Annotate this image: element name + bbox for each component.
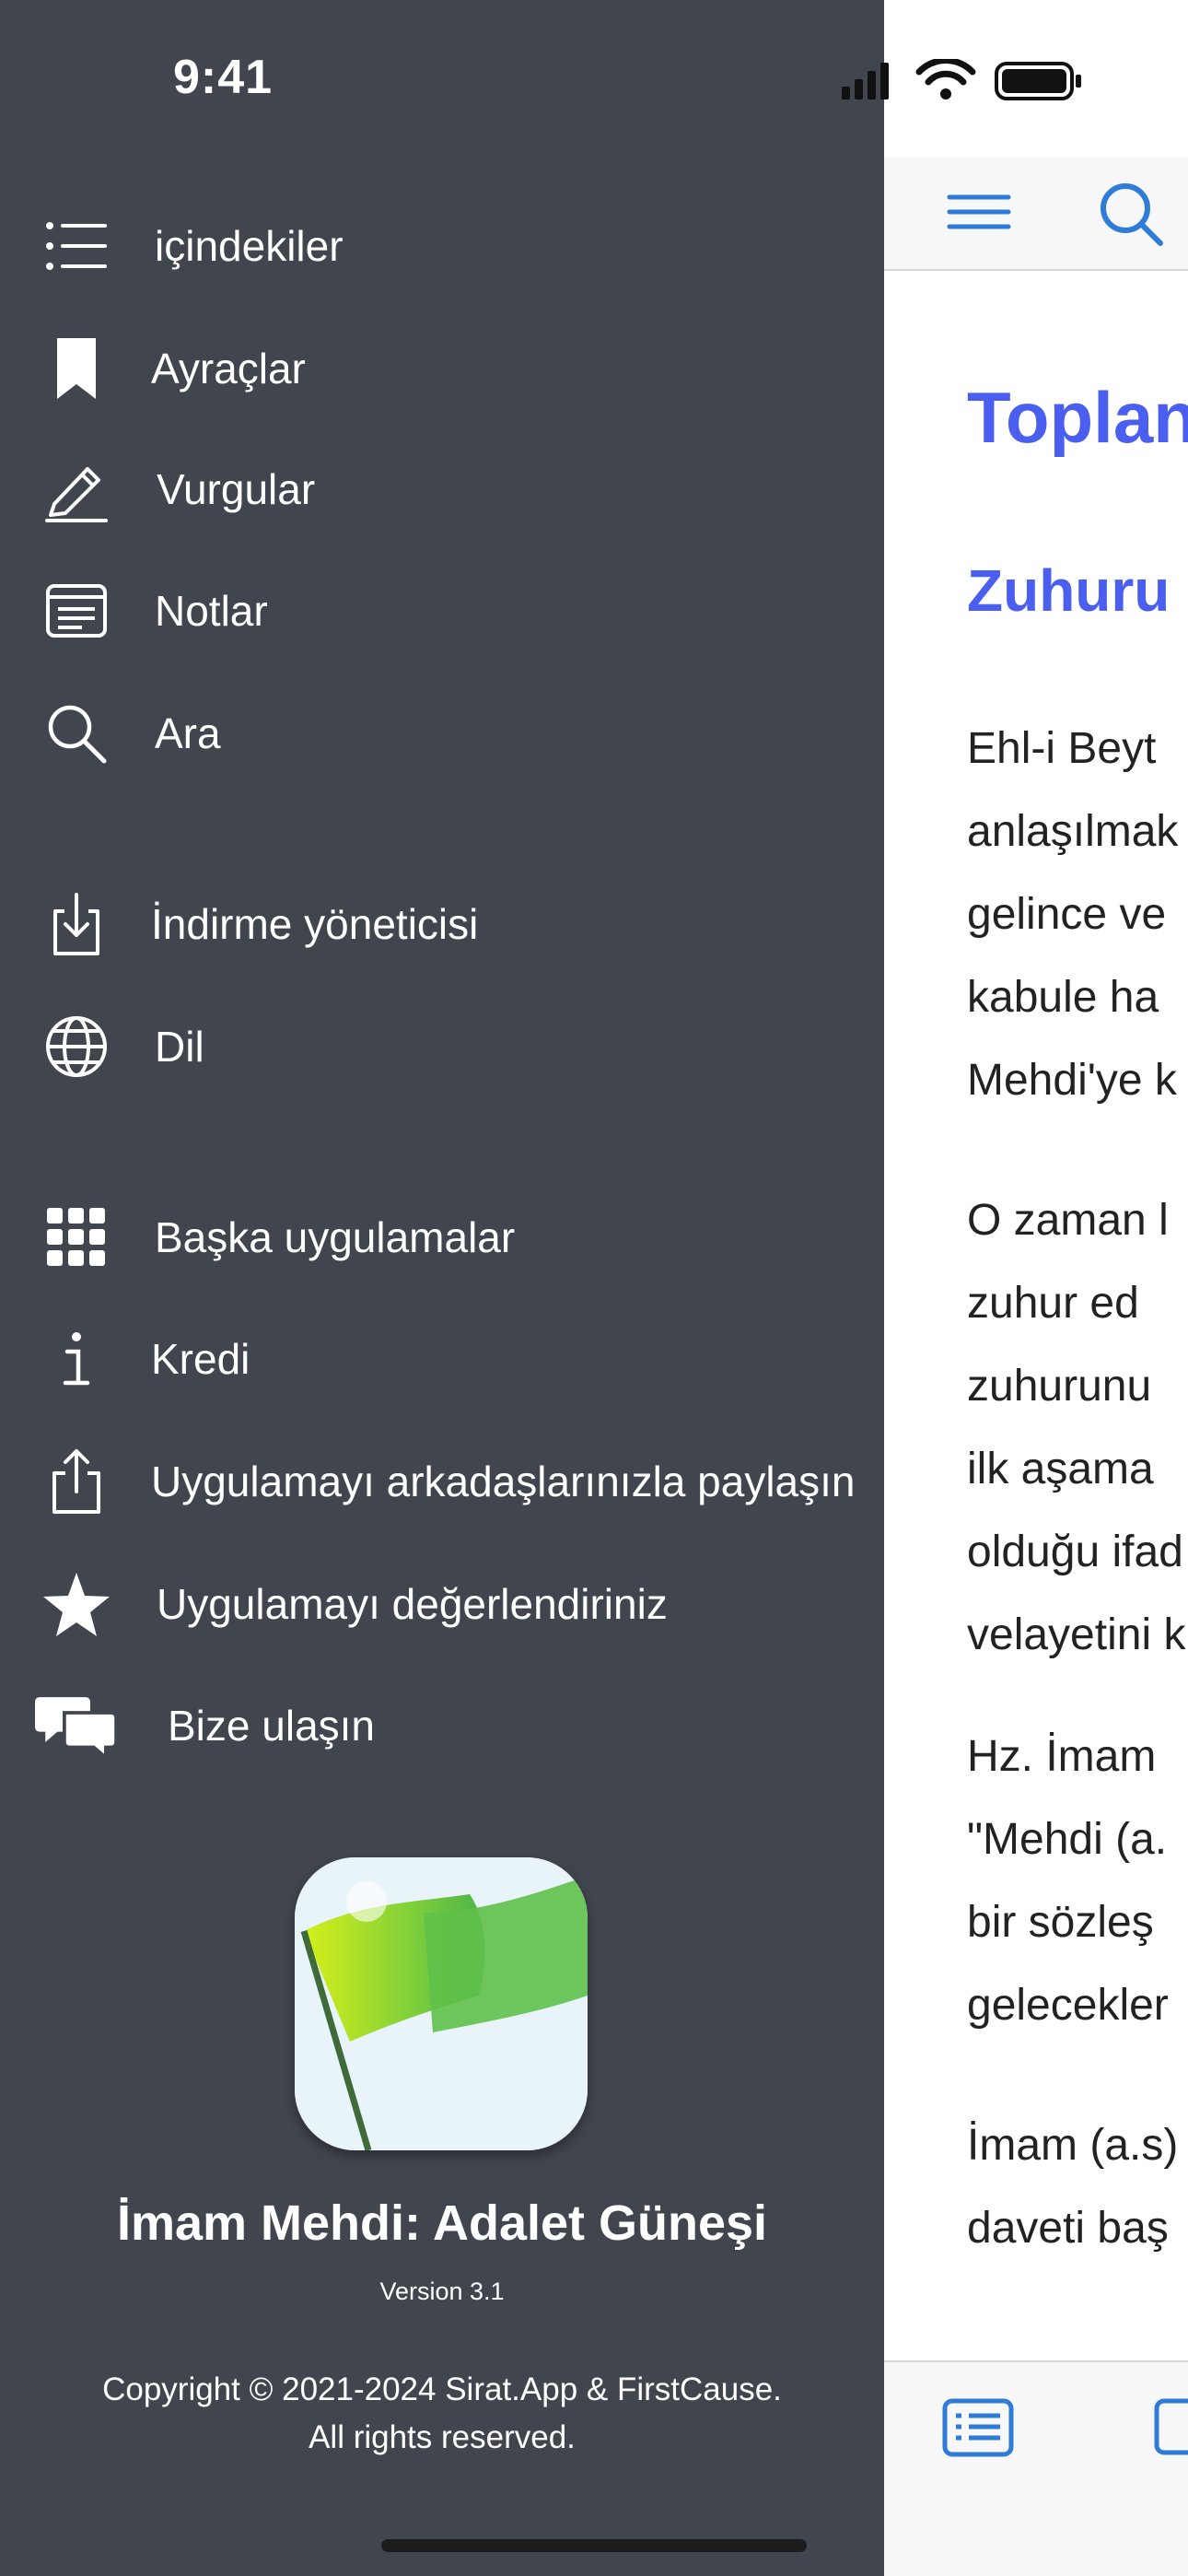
paragraph-line: daveti baş: [967, 2204, 1169, 2253]
list-icon: [35, 205, 118, 287]
notes-icon: [35, 569, 118, 652]
status-time: 9:41: [173, 51, 274, 104]
cellular-signal-icon: [842, 63, 889, 100]
paragraph-line: ilk aşama: [967, 1445, 1154, 1493]
menu-item-label: Notlar: [155, 587, 268, 635]
app-version: Version 3.1: [379, 2277, 505, 2305]
section-title: Zuhuru: [967, 557, 1171, 624]
paragraph-line: velayetini k: [967, 1610, 1186, 1659]
menu-item-label: Uygulamayı değerlendiriniz: [157, 1580, 668, 1628]
home-indicator: [381, 2539, 807, 2552]
globe-icon: [35, 1005, 118, 1088]
menu-item-label: Dil: [155, 1023, 204, 1071]
battery-icon: [995, 62, 1081, 100]
chat-bubbles-icon: [35, 1684, 118, 1767]
app-logo: [295, 1857, 588, 2150]
status-bar: 9:41: [0, 0, 1188, 157]
copyright: Copyright © 2021-2024 Sirat.App & FirstC…: [0, 2366, 884, 2462]
menu-item-label: Uygulamayı arkadaşlarınızla paylaşın: [151, 1458, 856, 1505]
copyright-line-1: Copyright © 2021-2024 Sirat.App & FirstC…: [102, 2371, 782, 2407]
paragraph-line: zuhurunu: [967, 1362, 1152, 1411]
search-icon: [35, 692, 118, 775]
side-drawer: içindekiler Ayraçlar Vurgular Notlar Ara İndi…: [0, 0, 884, 2576]
paragraph-line: Hz. İmam: [967, 1732, 1157, 1781]
paragraph-line: zuhur ed: [967, 1279, 1139, 1328]
download-icon: [35, 883, 118, 966]
paragraph-line: Ehl-i Beyt: [967, 724, 1157, 773]
page-view-icon[interactable]: [1153, 2395, 1188, 2460]
paragraph-line: anlaşılmak: [967, 807, 1179, 856]
search-icon[interactable]: [1096, 179, 1170, 252]
wifi-icon: [915, 57, 976, 100]
menu-item-share[interactable]: Uygulamayı arkadaşlarınızla paylaşın: [0, 1431, 884, 1532]
menu-item-globe[interactable]: Dil: [0, 996, 884, 1097]
hamburger-menu-icon[interactable]: [947, 184, 1011, 240]
menu-item-info[interactable]: Kredi: [0, 1308, 884, 1410]
paragraph-line: gelince ve: [967, 890, 1167, 939]
paragraph-line: Mehdi'ye k: [967, 1056, 1177, 1105]
table-of-contents-icon[interactable]: [941, 2395, 1015, 2460]
paragraph-line: İmam (a.s): [967, 2121, 1179, 2170]
status-icons: [840, 57, 1089, 103]
copyright-line-2: All rights reserved.: [309, 2419, 576, 2455]
menu-item-label: içindekiler: [155, 222, 344, 270]
paragraph-line: kabule ha: [967, 973, 1159, 1022]
menu-item-bookmark[interactable]: Ayraçlar: [0, 318, 884, 419]
paragraph-line: gelecekler: [967, 1981, 1169, 2030]
menu-item-pencil[interactable]: Vurgular: [0, 439, 884, 540]
menu-item-label: İndirme yöneticisi: [151, 900, 479, 948]
menu-item-label: Kredi: [151, 1335, 250, 1383]
menu-item-chat-bubbles[interactable]: Bize ulaşın: [0, 1675, 884, 1776]
menu-item-apps-grid[interactable]: Başka uygulamalar: [0, 1187, 884, 1288]
star-icon: [35, 1563, 118, 1645]
menu-item-label: Başka uygulamalar: [155, 1213, 516, 1261]
chapter-title: Toplan: [967, 377, 1188, 458]
reader-content[interactable]: Toplan Zuhuru Ehl-i Beyt anlaşılmak gelinc…: [884, 0, 1188, 2576]
paragraph-line: bir sözleş: [967, 1898, 1154, 1947]
menu-item-notes[interactable]: Notlar: [0, 560, 884, 662]
menu-item-download[interactable]: İndirme yöneticisi: [0, 873, 884, 975]
app-name: İmam Mehdi: Adalet Güneşi: [116, 2195, 768, 2251]
menu-item-label: Bize ulaşın: [168, 1702, 376, 1750]
menu-item-label: Ara: [155, 709, 221, 757]
paragraph-line: olduğu ifad: [967, 1528, 1183, 1576]
reader-bottom-bar: [884, 2360, 1188, 2576]
pencil-icon: [35, 448, 118, 531]
menu-item-label: Vurgular: [157, 465, 316, 513]
menu-item-label: Ayraçlar: [151, 345, 306, 392]
bookmark-icon: [35, 327, 118, 410]
paragraph-line: "Mehdi (a.: [967, 1815, 1168, 1864]
menu-item-list[interactable]: içindekiler: [0, 195, 884, 297]
menu-item-search[interactable]: Ara: [0, 683, 884, 784]
menu-item-star[interactable]: Uygulamayı değerlendiriniz: [0, 1553, 884, 1655]
info-icon: [35, 1317, 118, 1400]
apps-grid-icon: [35, 1196, 118, 1279]
share-icon: [35, 1440, 118, 1523]
reader-toolbar: [884, 157, 1188, 271]
paragraph-line: O zaman l: [967, 1196, 1169, 1245]
